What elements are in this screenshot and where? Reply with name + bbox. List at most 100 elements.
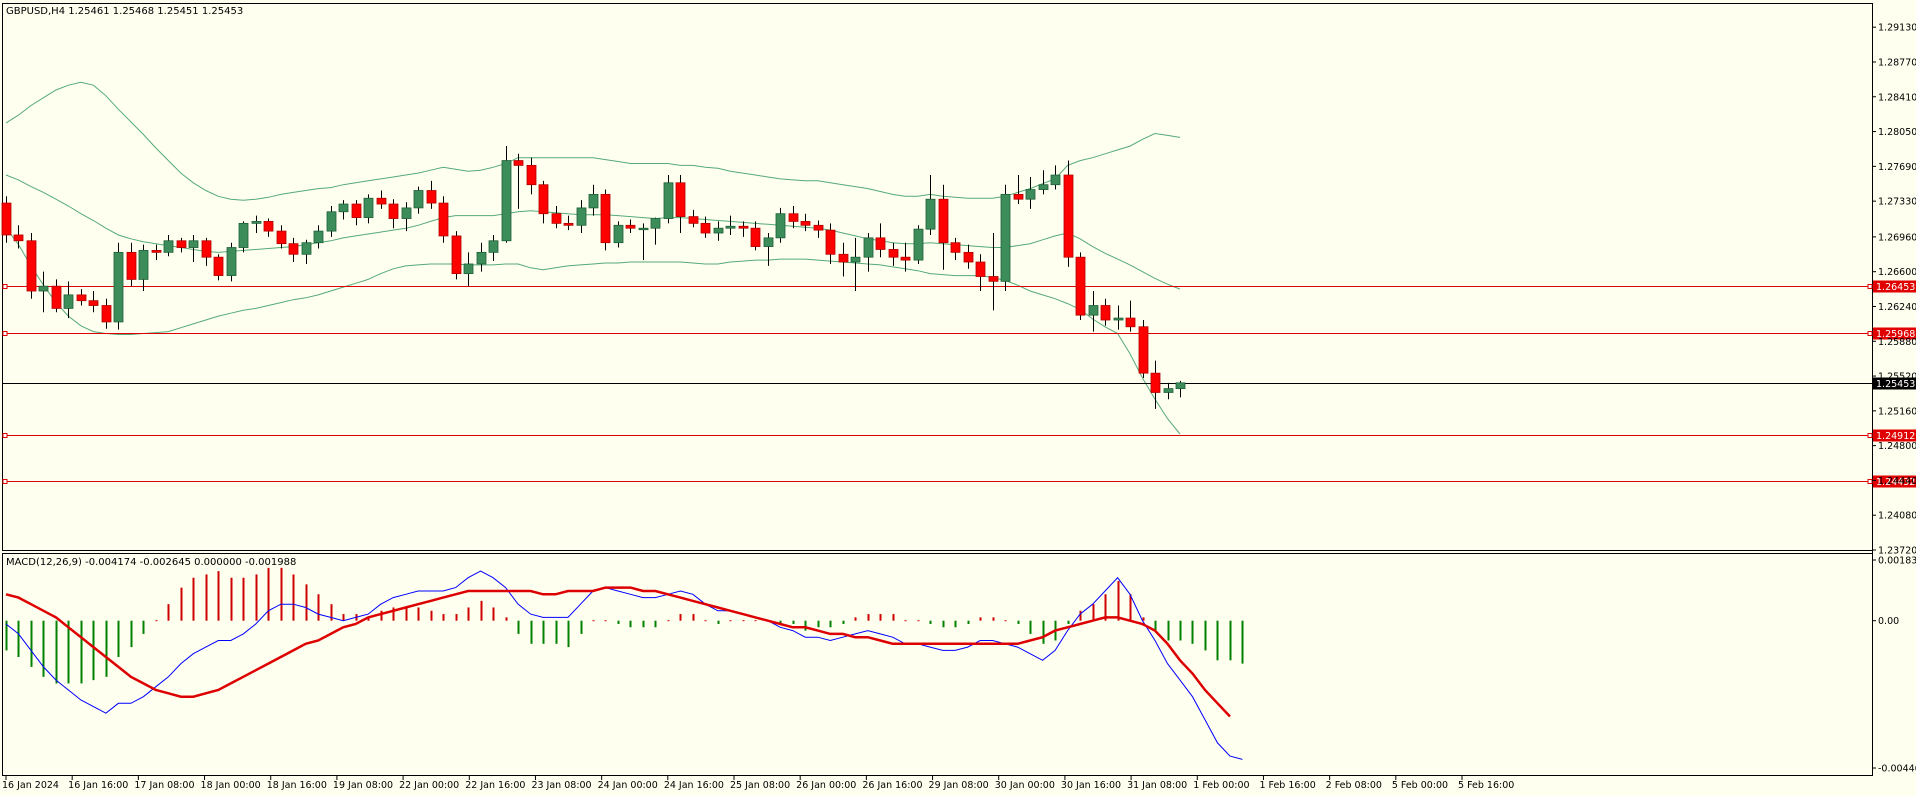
macd-lines <box>5 570 1243 760</box>
candle-bear <box>1150 372 1161 393</box>
candle-bull <box>775 213 786 239</box>
level-handle[interactable] <box>2 479 8 484</box>
candle-bull <box>1113 317 1124 321</box>
candle-bull <box>925 198 936 230</box>
candle-bull <box>913 228 924 261</box>
candle-bull <box>1050 174 1061 186</box>
candle-bear <box>126 251 137 280</box>
time-tick-label: 24 Jan 00:00 <box>598 780 658 791</box>
time-tick-label: 22 Jan 00:00 <box>399 780 459 791</box>
candle-bull <box>1175 382 1186 390</box>
candle-bull <box>138 250 149 280</box>
candle-bear <box>1138 326 1149 374</box>
candle-bull <box>638 227 649 231</box>
candle-bear <box>950 242 961 253</box>
price-tick-label: 1.26600 <box>1878 267 1916 278</box>
candle-bear <box>1075 256 1086 316</box>
candle-bull <box>1025 189 1036 200</box>
candle-bull <box>613 224 624 244</box>
time-tick-label: 22 Jan 16:00 <box>465 780 525 791</box>
candle-bear <box>351 203 362 218</box>
candle-bull <box>1038 184 1049 190</box>
price-tick-label: 1.25880 <box>1878 337 1916 348</box>
candle-bull <box>338 203 349 213</box>
time-tick-label: 16 Jan 16:00 <box>68 780 128 791</box>
candle-bull <box>650 218 661 229</box>
candle-bear <box>1013 193 1024 200</box>
candle-bull <box>1000 193 1011 282</box>
price-tick-label: 1.24080 <box>1878 511 1916 522</box>
candle-bear <box>675 182 686 218</box>
candle-bull <box>401 207 412 219</box>
candle-bear <box>76 294 87 302</box>
price-tick-label: 1.28050 <box>1878 127 1916 138</box>
candle-bear <box>88 300 99 306</box>
time-axis: 16 Jan 2024 16 Jan 16:00 17 Jan 08:00 18 Ja… <box>2 776 1514 791</box>
candle-bull <box>188 240 199 248</box>
chart-canvas[interactable]: 1.264531.259681.249121.244321.291301.287… <box>0 0 1916 796</box>
macd-tick-label: 0.00 <box>1878 616 1899 627</box>
macd-line <box>5 570 1243 760</box>
candle-bear <box>625 224 636 229</box>
candle-bear <box>838 253 849 263</box>
candle-bear <box>276 230 287 245</box>
candle-bull <box>725 225 736 229</box>
candle-bear <box>513 160 524 166</box>
candle-bear <box>263 221 274 232</box>
horizontal-levels[interactable] <box>2 284 1873 484</box>
price-axis: 1.264531.259681.249121.244321.291301.287… <box>1872 23 1916 557</box>
level-handle[interactable] <box>1867 433 1873 438</box>
candle-bear <box>551 213 562 224</box>
candle-bear <box>700 222 711 234</box>
candle-bull <box>850 256 861 263</box>
candle-bear <box>538 184 549 215</box>
candle-bull <box>238 222 249 248</box>
candle-bull <box>113 251 124 323</box>
candle-bear <box>13 234 24 242</box>
candle-bear <box>900 256 911 261</box>
candle-bear <box>526 164 537 186</box>
candle-bull <box>476 251 487 265</box>
price-tick-label: 1.26240 <box>1878 302 1916 313</box>
candle-bull <box>463 263 474 275</box>
time-tick-label: 17 Jan 08:00 <box>134 780 194 791</box>
price-tick-label: 1.28770 <box>1878 57 1916 68</box>
level-handle[interactable] <box>2 433 8 438</box>
candle-bear <box>101 305 112 323</box>
level-handle[interactable] <box>2 331 8 336</box>
time-tick-label: 29 Jan 08:00 <box>929 780 989 791</box>
level-handle[interactable] <box>1867 331 1873 336</box>
price-tick-label: 1.24440 <box>1878 476 1916 487</box>
level-handle[interactable] <box>2 284 8 289</box>
candle-bull <box>576 207 587 226</box>
candle-bear <box>975 261 986 277</box>
price-tick-label: 1.24800 <box>1878 441 1916 452</box>
time-tick-label: 1 Feb 16:00 <box>1259 780 1315 791</box>
candle-bull <box>38 285 49 292</box>
candle-bear <box>201 240 212 258</box>
candle-bull <box>863 237 874 258</box>
candle-bear <box>1100 305 1111 321</box>
candle-bear <box>51 285 62 309</box>
candles <box>1 146 1186 409</box>
macd-histogram <box>5 567 1244 684</box>
candle-bear <box>988 276 999 282</box>
macd-header: MACD(12,26,9) -0.004174 -0.002645 0.0000… <box>6 557 296 568</box>
time-tick-label: 26 Jan 16:00 <box>862 780 922 791</box>
candle-bull <box>413 190 424 209</box>
candle-bear <box>875 237 886 250</box>
candle-bear <box>1 202 12 236</box>
time-tick-label: 31 Jan 08:00 <box>1127 780 1187 791</box>
candle-bear <box>438 202 449 237</box>
level-handle[interactable] <box>1867 479 1873 484</box>
candle-bull <box>501 160 512 242</box>
candle-bear <box>788 213 799 222</box>
candle-bull <box>663 182 674 219</box>
level-price-label: 1.26453 <box>1876 282 1915 293</box>
candle-bull <box>326 211 337 232</box>
price-panel-frame <box>2 3 1873 551</box>
time-tick-label: 24 Jan 16:00 <box>664 780 724 791</box>
level-handle[interactable] <box>1867 284 1873 289</box>
candle-bear <box>288 243 299 255</box>
time-tick-label: 16 Jan 2024 <box>2 780 59 791</box>
